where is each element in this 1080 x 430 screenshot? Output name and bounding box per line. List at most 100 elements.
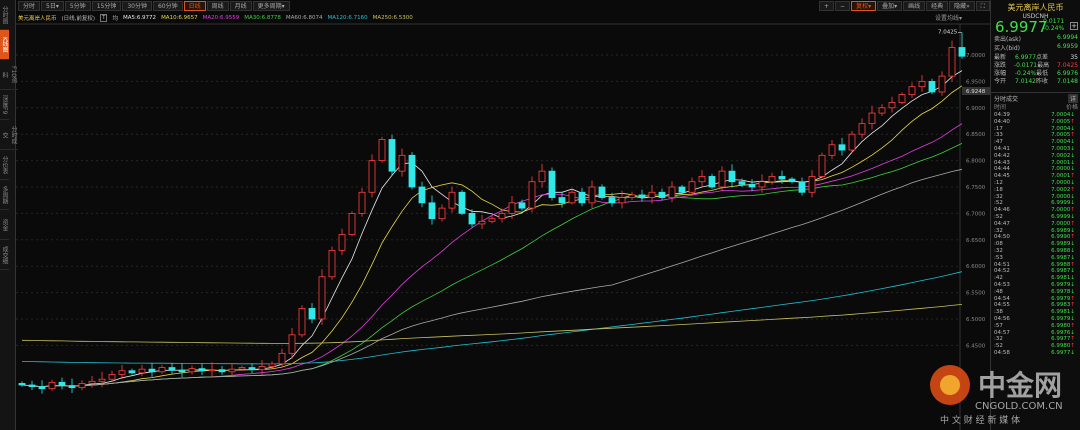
candle-body[interactable] [188, 368, 196, 373]
candle-body[interactable] [648, 191, 656, 198]
candle-body[interactable] [768, 176, 776, 183]
candle-body[interactable] [238, 367, 246, 370]
candle-body[interactable] [558, 197, 566, 204]
candle-body[interactable] [18, 383, 26, 386]
sidebar-item[interactable]: 资金 [0, 210, 9, 240]
candle-body[interactable] [518, 202, 526, 209]
candle-body[interactable] [168, 367, 176, 371]
candle-body[interactable] [388, 139, 396, 172]
candle-body[interactable] [128, 370, 136, 374]
candle-body[interactable] [798, 181, 806, 193]
candle-body[interactable] [918, 81, 926, 88]
chart-tool-button[interactable]: 叠加▾ [877, 1, 903, 11]
chart-tool-button[interactable]: ⛶ [975, 1, 990, 11]
sidebar-item[interactable]: 分时图 [0, 0, 9, 30]
kline-chart[interactable]: 7.0000 6.9500 6.9000 6.8500 6.8000 6.7500 6.70… [16, 0, 990, 430]
candle-body[interactable] [848, 133, 856, 151]
candle-body[interactable] [838, 144, 846, 151]
candle-body[interactable] [428, 202, 436, 220]
tick-list[interactable]: 04:39 7.0004↓ 04:40 7.0005↑:17 7.0004↓:33 7.0… [991, 112, 1080, 357]
candle-body[interactable] [628, 194, 636, 198]
sidebar-item[interactable]: 成交细 [0, 240, 9, 270]
candle-body[interactable] [788, 178, 796, 183]
candle-body[interactable] [588, 186, 596, 204]
chart-tool-button[interactable]: + [819, 1, 835, 11]
candle-body[interactable] [498, 212, 506, 220]
period-tab[interactable]: 周线 [206, 1, 229, 11]
candle-body[interactable] [858, 123, 866, 135]
period-tab[interactable]: 5日▾ [41, 1, 64, 11]
candle-body[interactable] [468, 212, 476, 225]
candle-body[interactable] [48, 381, 56, 390]
candle-body[interactable] [718, 170, 726, 188]
candle-body[interactable] [658, 191, 666, 198]
sidebar-item[interactable]: 分价表 [0, 150, 9, 180]
candle-body[interactable] [328, 249, 336, 278]
candle-body[interactable] [278, 352, 286, 365]
candle-body[interactable] [678, 186, 686, 193]
candle-body[interactable] [928, 81, 936, 93]
candle-body[interactable] [888, 102, 896, 109]
candle-body[interactable] [458, 191, 466, 214]
candle-body[interactable] [58, 381, 66, 386]
candle-body[interactable] [378, 139, 386, 161]
candle-body[interactable] [78, 383, 86, 389]
candle-body[interactable] [728, 170, 736, 183]
period-tab[interactable]: 30分钟 [122, 1, 152, 11]
chart-tool-button[interactable]: 复权▾ [851, 1, 877, 11]
candle-body[interactable] [698, 176, 706, 183]
candle-body[interactable] [98, 378, 106, 382]
candle-body[interactable] [158, 367, 166, 373]
candle-body[interactable] [288, 334, 296, 354]
candle-body[interactable] [268, 363, 276, 367]
candle-body[interactable] [508, 202, 516, 214]
sidebar-item[interactable]: 多周期 [0, 180, 9, 210]
candle-body[interactable] [668, 186, 676, 198]
candle-body[interactable] [338, 234, 346, 251]
sidebar-item[interactable]: 分时成交 [0, 120, 18, 150]
candle-body[interactable] [218, 369, 226, 373]
candle-body[interactable] [88, 380, 96, 384]
candle-body[interactable] [548, 170, 556, 198]
candle-body[interactable] [778, 176, 786, 180]
legend-t-button[interactable]: T [100, 13, 108, 22]
period-tab[interactable]: 日线 [183, 1, 206, 11]
sidebar-item[interactable]: F10资料 [0, 60, 18, 90]
period-tab[interactable]: 分时 [18, 1, 41, 11]
candle-body[interactable] [148, 368, 156, 373]
candle-body[interactable] [118, 370, 126, 375]
candle-body[interactable] [228, 368, 236, 373]
sidebar-item[interactable]: 深度F9 [0, 90, 9, 120]
candle-body[interactable] [598, 186, 606, 198]
candle-body[interactable] [398, 154, 406, 172]
candle-body[interactable] [478, 220, 486, 225]
period-tab[interactable]: 更多周期▾ [252, 1, 290, 11]
candle-body[interactable] [758, 181, 766, 188]
candle-body[interactable] [258, 366, 266, 371]
candle-body[interactable] [528, 181, 536, 209]
period-tab[interactable]: 60分钟 [152, 1, 183, 11]
chart-tool-button[interactable]: − [835, 1, 851, 11]
candle-body[interactable] [248, 367, 256, 371]
candle-body[interactable] [868, 112, 876, 125]
candle-body[interactable] [618, 197, 626, 204]
candle-body[interactable] [608, 197, 616, 204]
candle-body[interactable] [28, 384, 36, 387]
candle-body[interactable] [748, 183, 756, 188]
chart-tool-button[interactable]: 经典 [926, 1, 949, 11]
chart-tool-button[interactable]: 画线 [903, 1, 926, 11]
candle-body[interactable] [358, 191, 366, 214]
period-tab[interactable]: 15分钟 [91, 1, 122, 11]
candle-body[interactable] [368, 160, 376, 193]
candle-body[interactable] [828, 144, 836, 156]
candle-body[interactable] [448, 191, 456, 209]
candle-body[interactable] [578, 191, 586, 204]
candle-body[interactable] [108, 374, 116, 380]
sidebar-item[interactable]: K线图 [0, 30, 9, 60]
candle-body[interactable] [488, 218, 496, 222]
candle-body[interactable] [318, 276, 326, 320]
candle-body[interactable] [938, 75, 946, 93]
candle-body[interactable] [348, 212, 356, 235]
candle-body[interactable] [308, 308, 316, 320]
chart-tool-button[interactable]: 隐藏» [949, 1, 975, 11]
